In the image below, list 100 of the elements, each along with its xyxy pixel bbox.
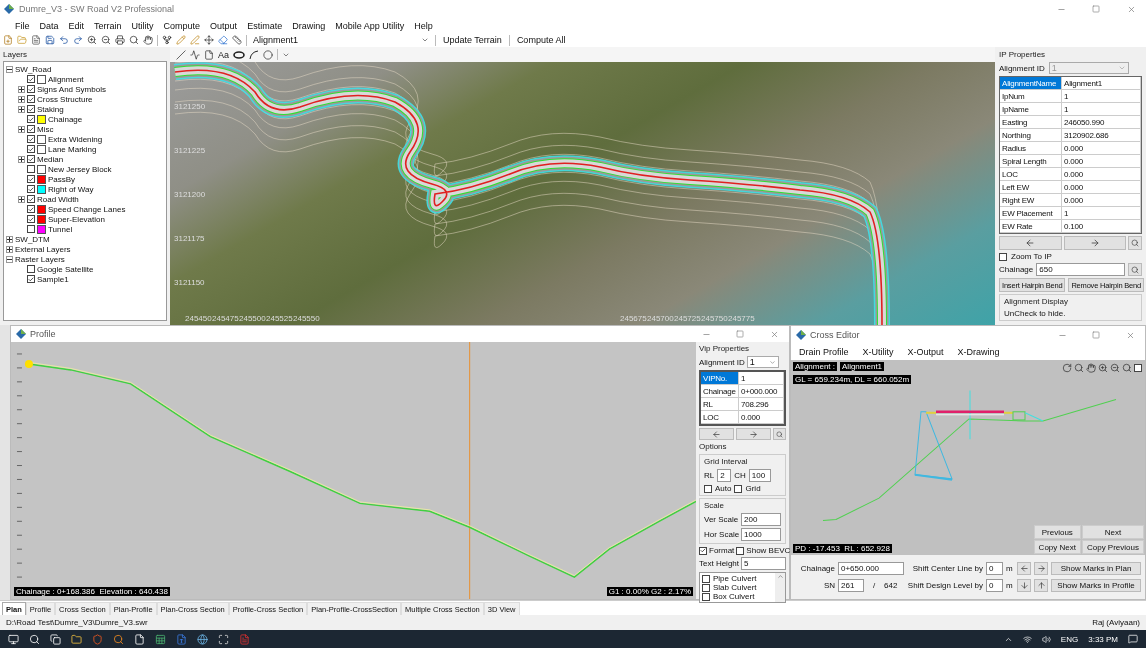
checkbox[interactable] xyxy=(704,484,712,493)
checkbox[interactable] xyxy=(736,546,745,555)
layer-label[interactable]: PassBy xyxy=(48,174,76,184)
layer-label[interactable]: Misc xyxy=(37,124,54,134)
checkbox[interactable] xyxy=(27,185,35,193)
navigation-button[interactable]: Previous xyxy=(1033,525,1081,539)
property-value-cell[interactable]: 0.000 xyxy=(1062,168,1141,181)
navigation-button[interactable]: Next xyxy=(1081,525,1144,539)
property-name-cell[interactable]: Northing xyxy=(1000,129,1062,142)
layer-label[interactable]: Google Satellite xyxy=(37,264,94,274)
save-icon[interactable] xyxy=(45,35,55,45)
menu-item[interactable]: X-Output xyxy=(902,344,949,360)
rotate-icon[interactable] xyxy=(1062,363,1072,373)
menu-item[interactable]: Estimate xyxy=(242,18,288,33)
show-marks-button[interactable]: Show Marks in Profile xyxy=(1051,579,1141,592)
layer-label[interactable]: SW_Road xyxy=(15,64,52,74)
text-height-input[interactable]: 5 xyxy=(741,557,786,570)
clock[interactable]: 3:33 PM xyxy=(1088,634,1118,644)
menu-item[interactable]: Drawing xyxy=(287,18,331,33)
property-value-cell[interactable]: 0.000 xyxy=(739,411,784,424)
menu-item[interactable]: File xyxy=(10,18,35,33)
expand-toggle[interactable] xyxy=(6,65,13,73)
layer-label[interactable]: Alignment xyxy=(48,74,84,84)
layer-label[interactable]: Cross Structure xyxy=(37,94,93,104)
property-name-cell[interactable]: EW Placement xyxy=(1000,207,1062,220)
property-name-cell[interactable]: RL xyxy=(701,398,739,411)
expand-toggle[interactable] xyxy=(18,195,25,203)
search-icon[interactable] xyxy=(129,35,139,45)
checkbox[interactable] xyxy=(27,105,35,113)
property-value-cell[interactable]: 1 xyxy=(1062,103,1141,116)
compute-all-button[interactable]: Compute All xyxy=(513,34,569,46)
layer-label[interactable]: Right of Way xyxy=(48,184,94,194)
property-name-cell[interactable]: Radius xyxy=(1000,142,1062,155)
culvert-label[interactable]: Pipe Culvert xyxy=(713,574,757,583)
property-value-cell[interactable]: 0.000 xyxy=(1062,155,1141,168)
checkbox[interactable] xyxy=(27,195,35,203)
layer-label[interactable]: Tunnel xyxy=(48,224,73,234)
property-value-cell[interactable]: 708.296 xyxy=(739,398,784,411)
search-button[interactable] xyxy=(773,428,786,440)
zoom-out-icon[interactable] xyxy=(101,35,111,45)
culvert-label[interactable]: Box Culvert xyxy=(713,592,755,601)
checkbox[interactable] xyxy=(999,252,1007,261)
shift-up-button[interactable] xyxy=(1034,579,1048,592)
chainage-input[interactable]: 650 xyxy=(1036,263,1125,276)
checkbox[interactable] xyxy=(27,155,35,163)
shield-icon[interactable] xyxy=(92,633,103,645)
checkbox[interactable] xyxy=(27,165,35,173)
property-value-cell[interactable]: 0.000 xyxy=(1062,181,1141,194)
menu-item[interactable]: X-Utility xyxy=(857,344,899,360)
menu-item[interactable]: Drain Profile xyxy=(794,344,854,360)
scrollbar[interactable] xyxy=(775,573,785,602)
expand-toggle[interactable] xyxy=(18,85,25,93)
navigation-button[interactable]: Copy Previous xyxy=(1081,540,1144,554)
spreadsheet-icon[interactable] xyxy=(155,633,166,645)
property-value-cell[interactable]: 3120902.686 xyxy=(1062,129,1141,142)
layer-label[interactable]: Signs And Symbols xyxy=(37,84,106,94)
checkbox[interactable] xyxy=(702,583,710,592)
scale-input[interactable]: 1000 xyxy=(741,528,781,541)
document-icon[interactable] xyxy=(31,35,41,45)
menu-item[interactable]: Compute xyxy=(158,18,206,33)
layer-label[interactable]: SW_DTM xyxy=(15,234,50,244)
shift-left-button[interactable] xyxy=(1017,562,1031,575)
zoom-in-icon[interactable] xyxy=(87,35,97,45)
shift-input[interactable]: 0 xyxy=(986,579,1003,592)
show-marks-button[interactable]: Show Marks in Plan xyxy=(1051,562,1141,575)
move-icon[interactable] xyxy=(204,35,214,45)
checkbox[interactable] xyxy=(699,546,707,555)
chainage-input[interactable]: 0+650.000 xyxy=(838,562,904,575)
layer-label[interactable]: Chainage xyxy=(48,114,83,124)
alignment-select[interactable]: Alignment1 xyxy=(251,34,431,46)
language-indicator[interactable]: ENG xyxy=(1060,634,1079,644)
checkbox[interactable] xyxy=(27,225,35,233)
volume-icon[interactable] xyxy=(1041,634,1051,644)
property-name-cell[interactable]: IpNum xyxy=(1000,90,1062,103)
property-name-cell[interactable]: Spiral Length xyxy=(1000,155,1062,168)
menu-item[interactable]: Output xyxy=(205,18,243,33)
notification-icon[interactable] xyxy=(1128,634,1138,644)
checkbox[interactable] xyxy=(27,135,35,143)
property-value-cell[interactable]: 0.000 xyxy=(1062,142,1141,155)
fork-icon[interactable] xyxy=(162,35,172,45)
expand-toggle[interactable] xyxy=(18,95,25,103)
checkbox[interactable] xyxy=(1134,364,1142,372)
checkbox[interactable] xyxy=(27,175,35,183)
expand-toggle[interactable] xyxy=(18,105,25,113)
property-value-cell[interactable]: 0+000.000 xyxy=(739,385,784,398)
undo-icon[interactable] xyxy=(59,35,69,45)
zoom-in-icon[interactable] xyxy=(1098,363,1108,373)
checkbox[interactable] xyxy=(734,484,743,493)
rl-interval-input[interactable]: 2 xyxy=(717,469,732,482)
globe-icon[interactable] xyxy=(197,633,208,645)
alignment-id-select[interactable]: 1 xyxy=(746,356,779,368)
search-button[interactable] xyxy=(1128,263,1142,276)
hand-icon[interactable] xyxy=(143,35,153,45)
ch-interval-input[interactable]: 100 xyxy=(748,469,771,482)
layer-label[interactable]: Road Width xyxy=(37,194,79,204)
property-name-cell[interactable]: Easting xyxy=(1000,116,1062,129)
search-button[interactable] xyxy=(1128,236,1142,250)
arc-tool-icon[interactable] xyxy=(249,49,259,60)
checkbox[interactable] xyxy=(27,125,35,133)
checkbox[interactable] xyxy=(702,574,710,583)
